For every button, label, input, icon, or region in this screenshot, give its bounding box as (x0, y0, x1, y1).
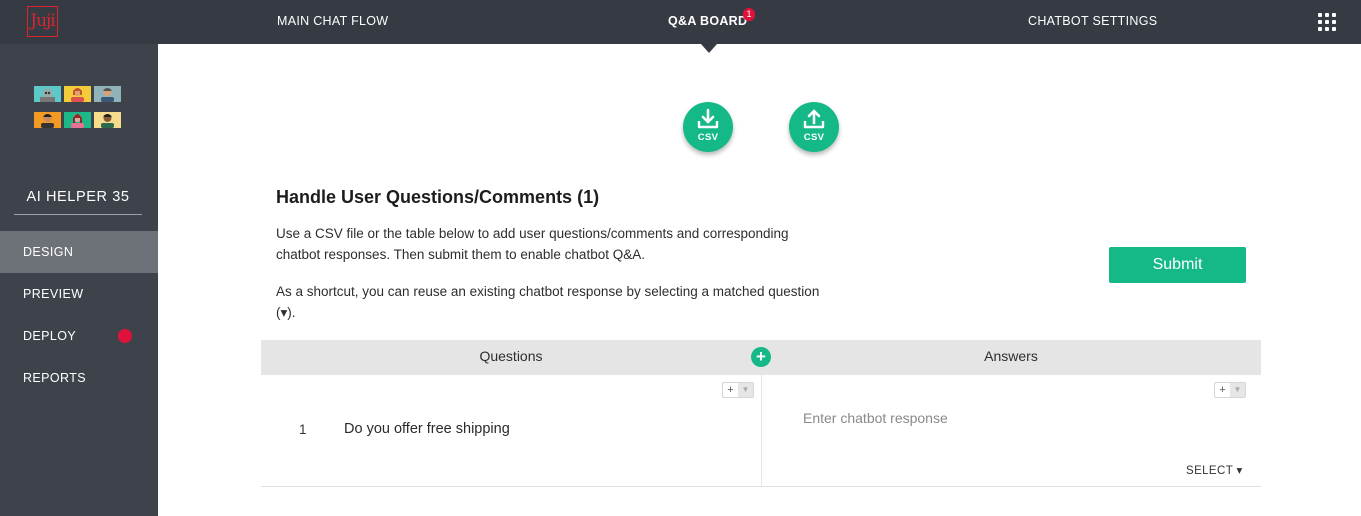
submit-button[interactable]: Submit (1109, 247, 1246, 283)
avatar-woman-2 (64, 112, 91, 128)
csv-download-label: CSV (697, 132, 719, 143)
csv-upload-label: CSV (803, 132, 825, 143)
select-matched-question-dropdown[interactable]: SELECT ▾ (1186, 463, 1243, 477)
avatar-woman-1 (64, 86, 91, 102)
column-divider (761, 375, 762, 487)
shortcut-text: As a shortcut, you can reuse an existing… (276, 284, 820, 320)
bot-avatar-grid[interactable] (34, 86, 122, 132)
add-answer-variant-button[interactable]: + (1215, 383, 1230, 397)
csv-download-button[interactable]: CSV (683, 102, 733, 152)
answer-row-controls: + ▼ (1214, 382, 1246, 398)
questions-header: Questions (479, 348, 543, 364)
juji-logo[interactable]: Juji (0, 0, 82, 44)
answers-header: Answers (984, 348, 1038, 364)
sidebar-item-deploy[interactable]: DEPLOY (0, 315, 158, 357)
tab-chatbot-settings[interactable]: CHATBOT SETTINGS (1028, 14, 1157, 28)
page-title: Handle User Questions/Comments (1) (276, 187, 600, 207)
table-row-divider (261, 486, 1261, 487)
chatbot-response-input[interactable] (795, 402, 1195, 434)
instructions-text: Use a CSV file or the table below to add… (276, 226, 789, 262)
download-icon (697, 108, 719, 129)
avatar-man-1 (94, 86, 121, 102)
csv-upload-button[interactable]: CSV (789, 102, 839, 152)
question-text[interactable]: Do you offer free shipping (344, 421, 510, 437)
row-number: 1 (299, 422, 307, 437)
question-dropdown-toggle[interactable]: ▼ (738, 383, 753, 397)
logo-text: Juji (27, 6, 58, 37)
sidebar: AI HELPER 35 DESIGN PREVIEW DEPLOY REPOR… (0, 44, 158, 516)
active-tab-indicator (701, 44, 717, 53)
deploy-status-dot (118, 329, 132, 343)
bot-name-divider (14, 214, 142, 215)
top-nav-bar: Juji MAIN CHAT FLOW Q&A BOARD 1 CHATBOT … (0, 0, 1361, 44)
tab-qa-board[interactable]: Q&A BOARD (668, 14, 747, 28)
apps-grid-icon[interactable] (1318, 13, 1336, 31)
tab-main-chat-flow[interactable]: MAIN CHAT FLOW (277, 14, 388, 28)
avatar-robot (34, 86, 61, 102)
sidebar-item-design[interactable]: DESIGN (0, 231, 158, 273)
qa-board-badge: 1 (743, 8, 755, 21)
add-question-variant-button[interactable]: + (723, 383, 738, 397)
upload-icon (803, 109, 825, 129)
sidebar-item-preview[interactable]: PREVIEW (0, 273, 158, 315)
bot-name[interactable]: AI HELPER 35 (14, 189, 142, 205)
avatar-man-2 (34, 112, 61, 128)
answer-dropdown-toggle[interactable]: ▼ (1230, 383, 1245, 397)
avatar-man-3 (94, 112, 121, 128)
question-row-controls: + ▼ (722, 382, 754, 398)
add-row-button[interactable]: + (751, 347, 771, 367)
sidebar-item-reports[interactable]: REPORTS (0, 357, 158, 399)
